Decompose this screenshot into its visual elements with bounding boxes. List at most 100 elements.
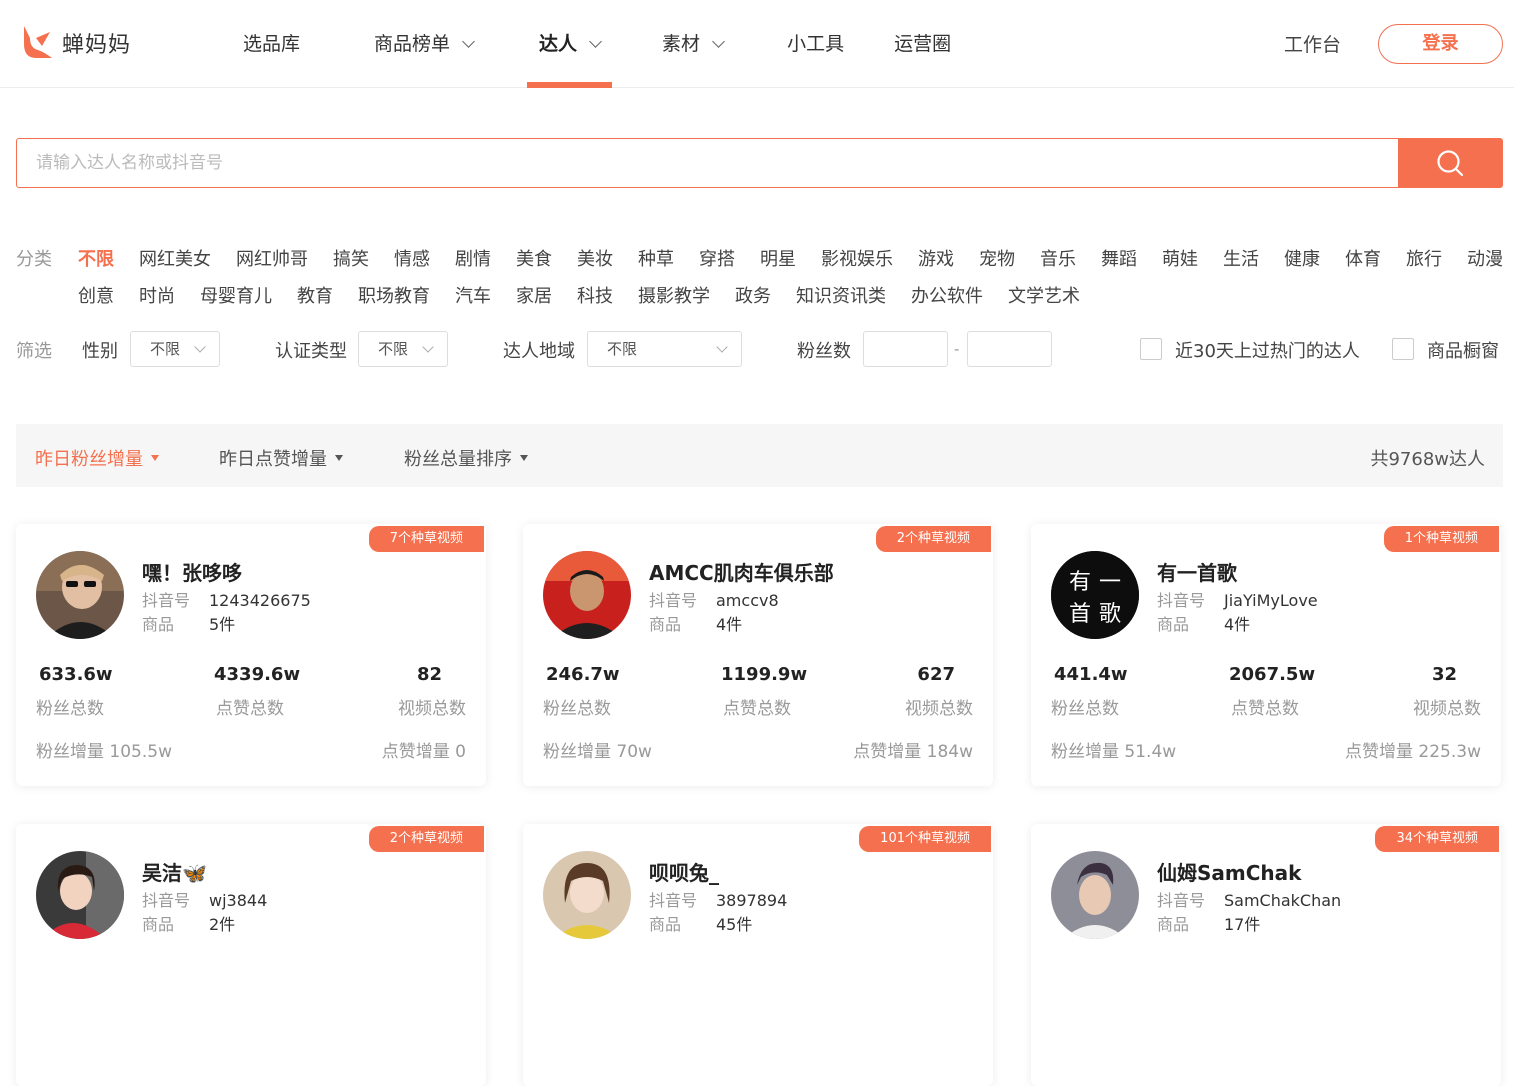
category-row-2: 创意 时尚 母婴育儿 教育 职场教育 汽车 家居 科技 摄影教学 政务 知识资讯…	[78, 282, 1105, 308]
window-checkbox[interactable]	[1392, 338, 1414, 360]
influencer-card[interactable]: 7个种草视频 嘿！张哆哆 抖音号 1243426675 商品 5件 633.6w 4…	[16, 524, 486, 786]
influencer-card[interactable]: 2个种草视频 AMCC肌肉车俱乐部 抖音号 amccv8 商品 4件 246.7w …	[523, 524, 993, 786]
cert-value: 不限	[378, 340, 409, 358]
workbench-link[interactable]: 工作台	[1284, 30, 1341, 57]
fans-increment: 粉丝增量 70w	[543, 737, 652, 762]
search-button[interactable]	[1398, 139, 1502, 187]
douyin-id-row: 抖音号 SamChakChan	[1157, 887, 1341, 911]
nav-item-influencer[interactable]: 达人	[527, 0, 613, 88]
category-item[interactable]: 美妆	[577, 245, 613, 271]
category-item[interactable]: 旅行	[1406, 245, 1442, 271]
nav-item-ops[interactable]: 运营圈	[894, 0, 951, 88]
brand-logo[interactable]: 蝉妈妈	[16, 24, 131, 62]
category-item[interactable]: 办公软件	[911, 282, 983, 308]
gender-select[interactable]: 不限	[130, 331, 220, 367]
nav-item-tools[interactable]: 小工具	[787, 0, 844, 88]
category-item[interactable]: 母婴育儿	[200, 282, 272, 308]
region-select[interactable]: 不限	[587, 331, 742, 367]
hot-checkbox[interactable]	[1140, 338, 1162, 360]
douyin-id-row: 抖音号 wj3844	[142, 887, 267, 911]
window-label: 商品橱窗	[1427, 341, 1499, 362]
avatar	[36, 851, 124, 939]
fans-min-input[interactable]	[863, 331, 948, 367]
category-item[interactable]: 知识资讯类	[796, 282, 886, 308]
influencer-card[interactable]: 1个种草视频 有 一 首 歌 有一首歌 抖音号 JiaYiMyLove 商品 4件 …	[1031, 524, 1501, 786]
category-item[interactable]: 教育	[297, 282, 333, 308]
sort-likes-inc[interactable]: 昨日点赞增量	[219, 445, 343, 471]
category-item[interactable]: 生活	[1223, 245, 1259, 271]
douyin-id-row: 抖音号 3897894	[649, 887, 787, 911]
category-item[interactable]: 创意	[78, 282, 114, 308]
influencer-name: 有一首歌	[1157, 561, 1237, 585]
cert-label: 认证类型	[275, 341, 347, 362]
category-item[interactable]: 影视娱乐	[821, 245, 893, 271]
category-item[interactable]: 种草	[638, 245, 674, 271]
nav-item-selection[interactable]: 选品库	[243, 0, 300, 88]
meta-key: 商品	[1157, 915, 1190, 934]
sort-fans-total[interactable]: 粉丝总量排序	[404, 445, 528, 471]
chevron-down-icon	[462, 34, 475, 48]
cert-select[interactable]: 不限	[358, 331, 448, 367]
chevron-down-icon	[422, 341, 434, 353]
meta-key: 商品	[1157, 615, 1190, 634]
category-item[interactable]: 萌娃	[1162, 245, 1198, 271]
meta-key: 抖音号	[1157, 891, 1206, 910]
inc-value: 0	[455, 742, 466, 762]
nav-item-material[interactable]: 素材	[662, 0, 725, 88]
seeding-video-badge: 2个种草视频	[875, 526, 991, 552]
meta-key: 抖音号	[649, 891, 698, 910]
category-item[interactable]: 摄影教学	[638, 282, 710, 308]
douyin-id: JiaYiMyLove	[1224, 591, 1318, 610]
category-item[interactable]: 美食	[516, 245, 552, 271]
category-item[interactable]: 宠物	[979, 245, 1015, 271]
meta-key: 商品	[649, 615, 682, 634]
likes-total-value: 2067.5w	[1229, 664, 1316, 685]
avatar: 有 一 首 歌	[1051, 551, 1139, 639]
category-item[interactable]: 健康	[1284, 245, 1320, 271]
influencer-card[interactable]: 2个种草视频 吴洁🦋 抖音号 wj3844 商品 2件	[16, 824, 486, 1086]
inc-label: 粉丝增量	[36, 742, 104, 762]
category-item[interactable]: 明星	[760, 245, 796, 271]
influencer-card[interactable]: 101个种草视频 呗呗兔_ 抖音号 3897894 商品 45件	[523, 824, 993, 1086]
category-item[interactable]: 网红美女	[139, 245, 211, 271]
category-item[interactable]: 网红帅哥	[236, 245, 308, 271]
douyin-id: wj3844	[209, 891, 268, 910]
category-item[interactable]: 情感	[394, 245, 430, 271]
meta-key: 抖音号	[142, 891, 191, 910]
douyin-id: amccv8	[716, 591, 779, 610]
fans-total-value: 633.6w	[39, 664, 113, 685]
avatar-char: 一	[1099, 570, 1121, 595]
category-item[interactable]: 搞笑	[333, 245, 369, 271]
category-item[interactable]: 穿搭	[699, 245, 735, 271]
category-item[interactable]: 家居	[516, 282, 552, 308]
search-input[interactable]	[17, 139, 1398, 187]
category-item[interactable]: 职场教育	[358, 282, 430, 308]
category-item[interactable]: 汽车	[455, 282, 491, 308]
avatar	[543, 851, 631, 939]
nav-item-ranking[interactable]: 商品榜单	[374, 0, 475, 88]
caret-down-icon	[520, 455, 528, 461]
influencer-card[interactable]: 34个种草视频 仙姆SamChak 抖音号 SamChakChan 商品 17件	[1031, 824, 1501, 1086]
category-item[interactable]: 不限	[78, 245, 114, 271]
category-item[interactable]: 剧情	[455, 245, 491, 271]
category-item[interactable]: 时尚	[139, 282, 175, 308]
category-item[interactable]: 政务	[735, 282, 771, 308]
category-item[interactable]: 文学艺术	[1008, 282, 1080, 308]
total-count: 共9768w达人	[1370, 449, 1485, 470]
likes-increment: 点赞增量 0	[382, 737, 466, 762]
category-item[interactable]: 音乐	[1040, 245, 1076, 271]
category-item[interactable]: 舞蹈	[1101, 245, 1137, 271]
fans-max-input[interactable]	[967, 331, 1052, 367]
sort-fans-inc[interactable]: 昨日粉丝增量	[35, 445, 159, 471]
category-item[interactable]: 体育	[1345, 245, 1381, 271]
sort-label: 粉丝总量排序	[404, 449, 512, 470]
search-bar	[16, 138, 1503, 188]
login-button[interactable]: 登录	[1378, 24, 1503, 64]
search-icon	[1437, 150, 1464, 177]
category-item[interactable]: 游戏	[918, 245, 954, 271]
category-item[interactable]: 动漫	[1467, 245, 1503, 271]
fans-total-label: 粉丝总数	[543, 699, 611, 719]
likes-increment: 点赞增量 225.3w	[1345, 737, 1481, 762]
category-item[interactable]: 科技	[577, 282, 613, 308]
chevron-down-icon	[712, 34, 725, 48]
